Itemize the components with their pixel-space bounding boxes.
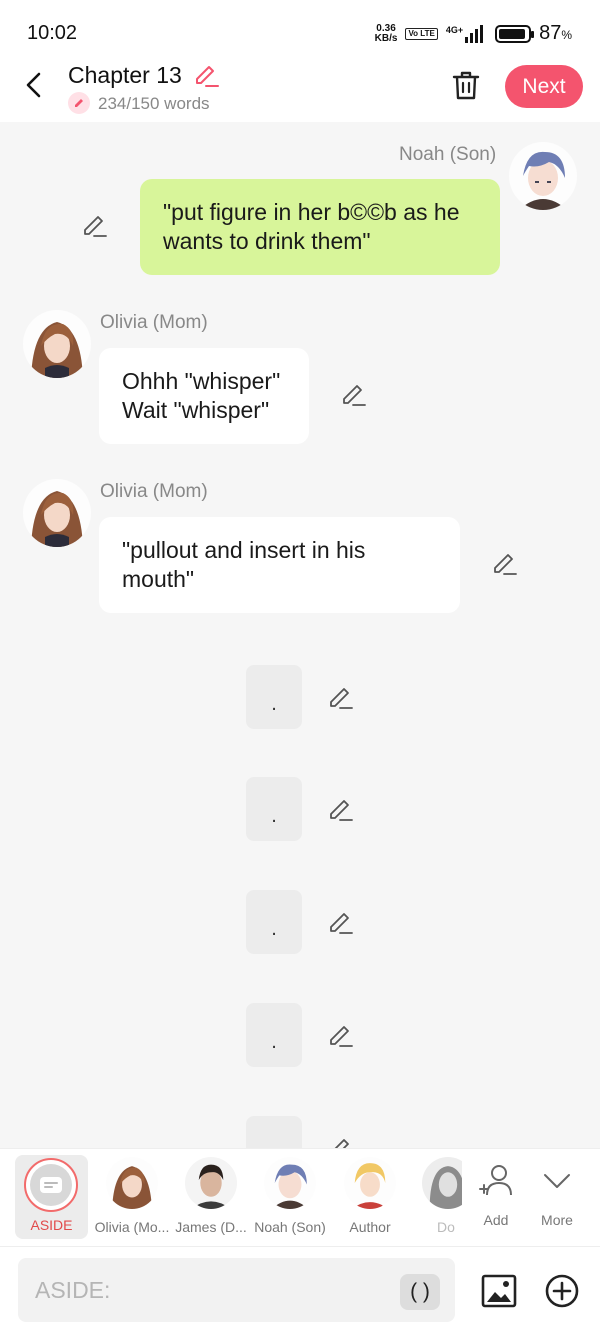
signal-icon: 4G+ [445,24,487,43]
add-character-button[interactable]: Add [466,1161,526,1228]
message-bubble-received[interactable]: Ohhh "whisper" Wait "whisper" [99,348,309,444]
pencil-icon [330,688,353,709]
aside-bubble[interactable]: . [246,777,302,841]
avatar[interactable] [509,142,577,210]
trash-icon [452,71,480,100]
volte-badge: Vo LTE [405,27,438,40]
avatar[interactable] [23,310,91,378]
pencil-icon [84,216,107,237]
avatar [344,1157,396,1209]
battery-level: 87% [539,22,572,44]
word-count: 234/150 words [98,94,210,113]
character-label: ASIDE [30,1217,73,1233]
status-bar: 10:02 0.36 KB/s Vo LTE 4G+ 87% [0,0,600,60]
aside-bubble[interactable]: . [246,890,302,954]
aside-bubble[interactable]: . [246,1003,302,1067]
character-olivia[interactable]: Olivia (Mo... [93,1149,171,1247]
character-picker: ASIDE Olivia (Mo... James (D... Noah (So… [0,1148,600,1246]
pencil-icon [330,1026,353,1047]
character-aside[interactable]: ASIDE [15,1155,88,1239]
edit-message-button[interactable] [328,797,354,823]
pencil-icon [334,1139,349,1148]
pencil-icon [343,385,366,406]
olivia-avatar-icon [23,479,91,547]
network-speed: 0.36 KB/s [374,22,398,44]
edit-message-button[interactable] [328,910,354,936]
character-james[interactable]: James (D... [172,1149,250,1247]
pencil-icon [330,913,353,934]
image-icon [481,1274,517,1308]
character-label: Author [349,1219,391,1235]
edit-title-button[interactable] [193,64,219,88]
message-bubble-sent[interactable]: "put figure in her b©©b as he wants to d… [140,179,500,275]
add-label: Add [483,1212,509,1228]
chevron-down-icon [544,1174,570,1188]
battery-icon [495,24,535,43]
chapter-title: Chapter 13 [68,62,182,88]
edit-message-button[interactable] [341,382,367,408]
edit-message-button[interactable] [328,685,354,711]
message-speaker: Olivia (Mom) [100,481,208,502]
pencil-icon [494,554,517,575]
word-count-pencil-icon [68,92,90,114]
character-label: Olivia (Mo... [94,1219,170,1235]
character-label: Noah (Son) [254,1219,326,1235]
parentheses-button[interactable]: ( ) [400,1274,440,1310]
edit-message-button[interactable] [328,1136,354,1148]
more-label: More [541,1212,573,1228]
next-button[interactable]: Next [505,65,583,108]
character-label: Do [437,1219,455,1235]
insert-image-button[interactable] [481,1274,517,1308]
pencil-icon [330,800,353,821]
message-input-bar: ( ) [0,1246,600,1333]
network-type: 4G+ [445,24,464,35]
plus-circle-icon [545,1274,579,1308]
back-arrow-icon [26,72,41,98]
character-label: James (D... [175,1219,247,1235]
edit-message-button[interactable] [82,213,108,239]
delete-button[interactable] [450,68,482,102]
aside-bubble-partial[interactable] [246,1116,302,1148]
message-input[interactable] [18,1258,455,1322]
pencil-icon [196,66,219,87]
character-do[interactable]: Do [412,1149,462,1247]
avatar[interactable] [23,479,91,547]
character-author[interactable]: Author [331,1149,409,1247]
character-noah[interactable]: Noah (Son) [251,1149,329,1247]
chat-area: Noah (Son) "put figure in her b©©b as he… [0,122,600,1148]
avatar [185,1157,237,1209]
aside-icon [40,1177,62,1193]
aside-bubble[interactable]: . [246,665,302,729]
noah-avatar-icon [509,142,577,210]
edit-message-button[interactable] [328,1023,354,1049]
add-button[interactable] [544,1273,580,1309]
avatar [106,1157,158,1209]
avatar [264,1157,316,1209]
more-button[interactable]: More [527,1161,587,1228]
add-user-icon [479,1165,512,1196]
edit-message-button[interactable] [492,551,518,577]
status-indicators: 0.36 KB/s Vo LTE 4G+ 87% [375,22,572,45]
message-speaker: Olivia (Mom) [100,312,208,333]
message-speaker: Noah (Son) [399,144,497,165]
message-bubble-received[interactable]: "pullout and insert in his mouth" [99,517,460,613]
back-button[interactable] [20,70,50,100]
avatar [422,1157,462,1209]
status-time: 10:02 [27,22,78,44]
olivia-avatar-icon [23,310,91,378]
editor-header: Chapter 13 234/150 words Next [0,60,600,122]
